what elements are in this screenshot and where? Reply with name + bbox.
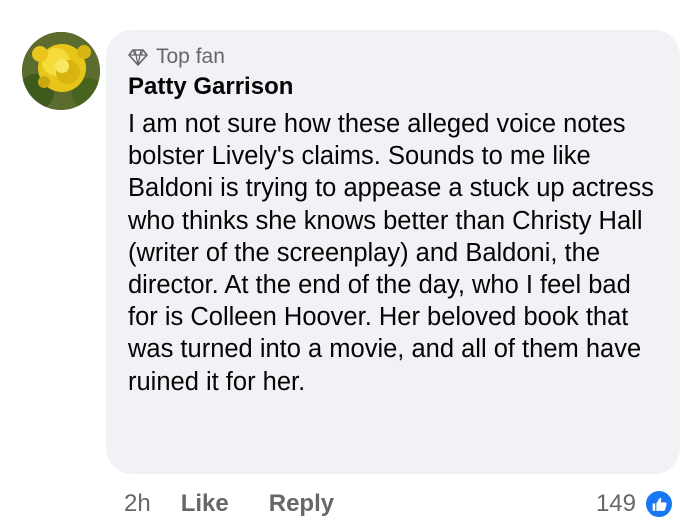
comment-text: I am not sure how these alleged voice no… xyxy=(128,110,654,396)
reaction-count: 149 xyxy=(595,490,636,517)
avatar[interactable] xyxy=(22,32,100,110)
avatar-image xyxy=(22,32,100,110)
badge-label: Top fan xyxy=(156,45,225,68)
timestamp[interactable]: 2h xyxy=(124,490,151,518)
author-name[interactable]: Patty Garrison xyxy=(128,72,660,102)
like-button[interactable]: Like xyxy=(181,490,229,518)
reply-button[interactable]: Reply xyxy=(269,490,334,518)
comment: Top fan Patty Garrison I am not sure how… xyxy=(0,0,700,531)
thumbs-up-icon xyxy=(644,489,674,519)
comment-bubble: Top fan Patty Garrison I am not sure how… xyxy=(106,30,680,474)
diamond-icon xyxy=(128,47,148,67)
top-fan-badge: Top fan xyxy=(128,44,660,70)
reaction-summary[interactable]: 149 xyxy=(596,484,674,524)
comment-actions: 2h Like Reply xyxy=(124,484,374,524)
